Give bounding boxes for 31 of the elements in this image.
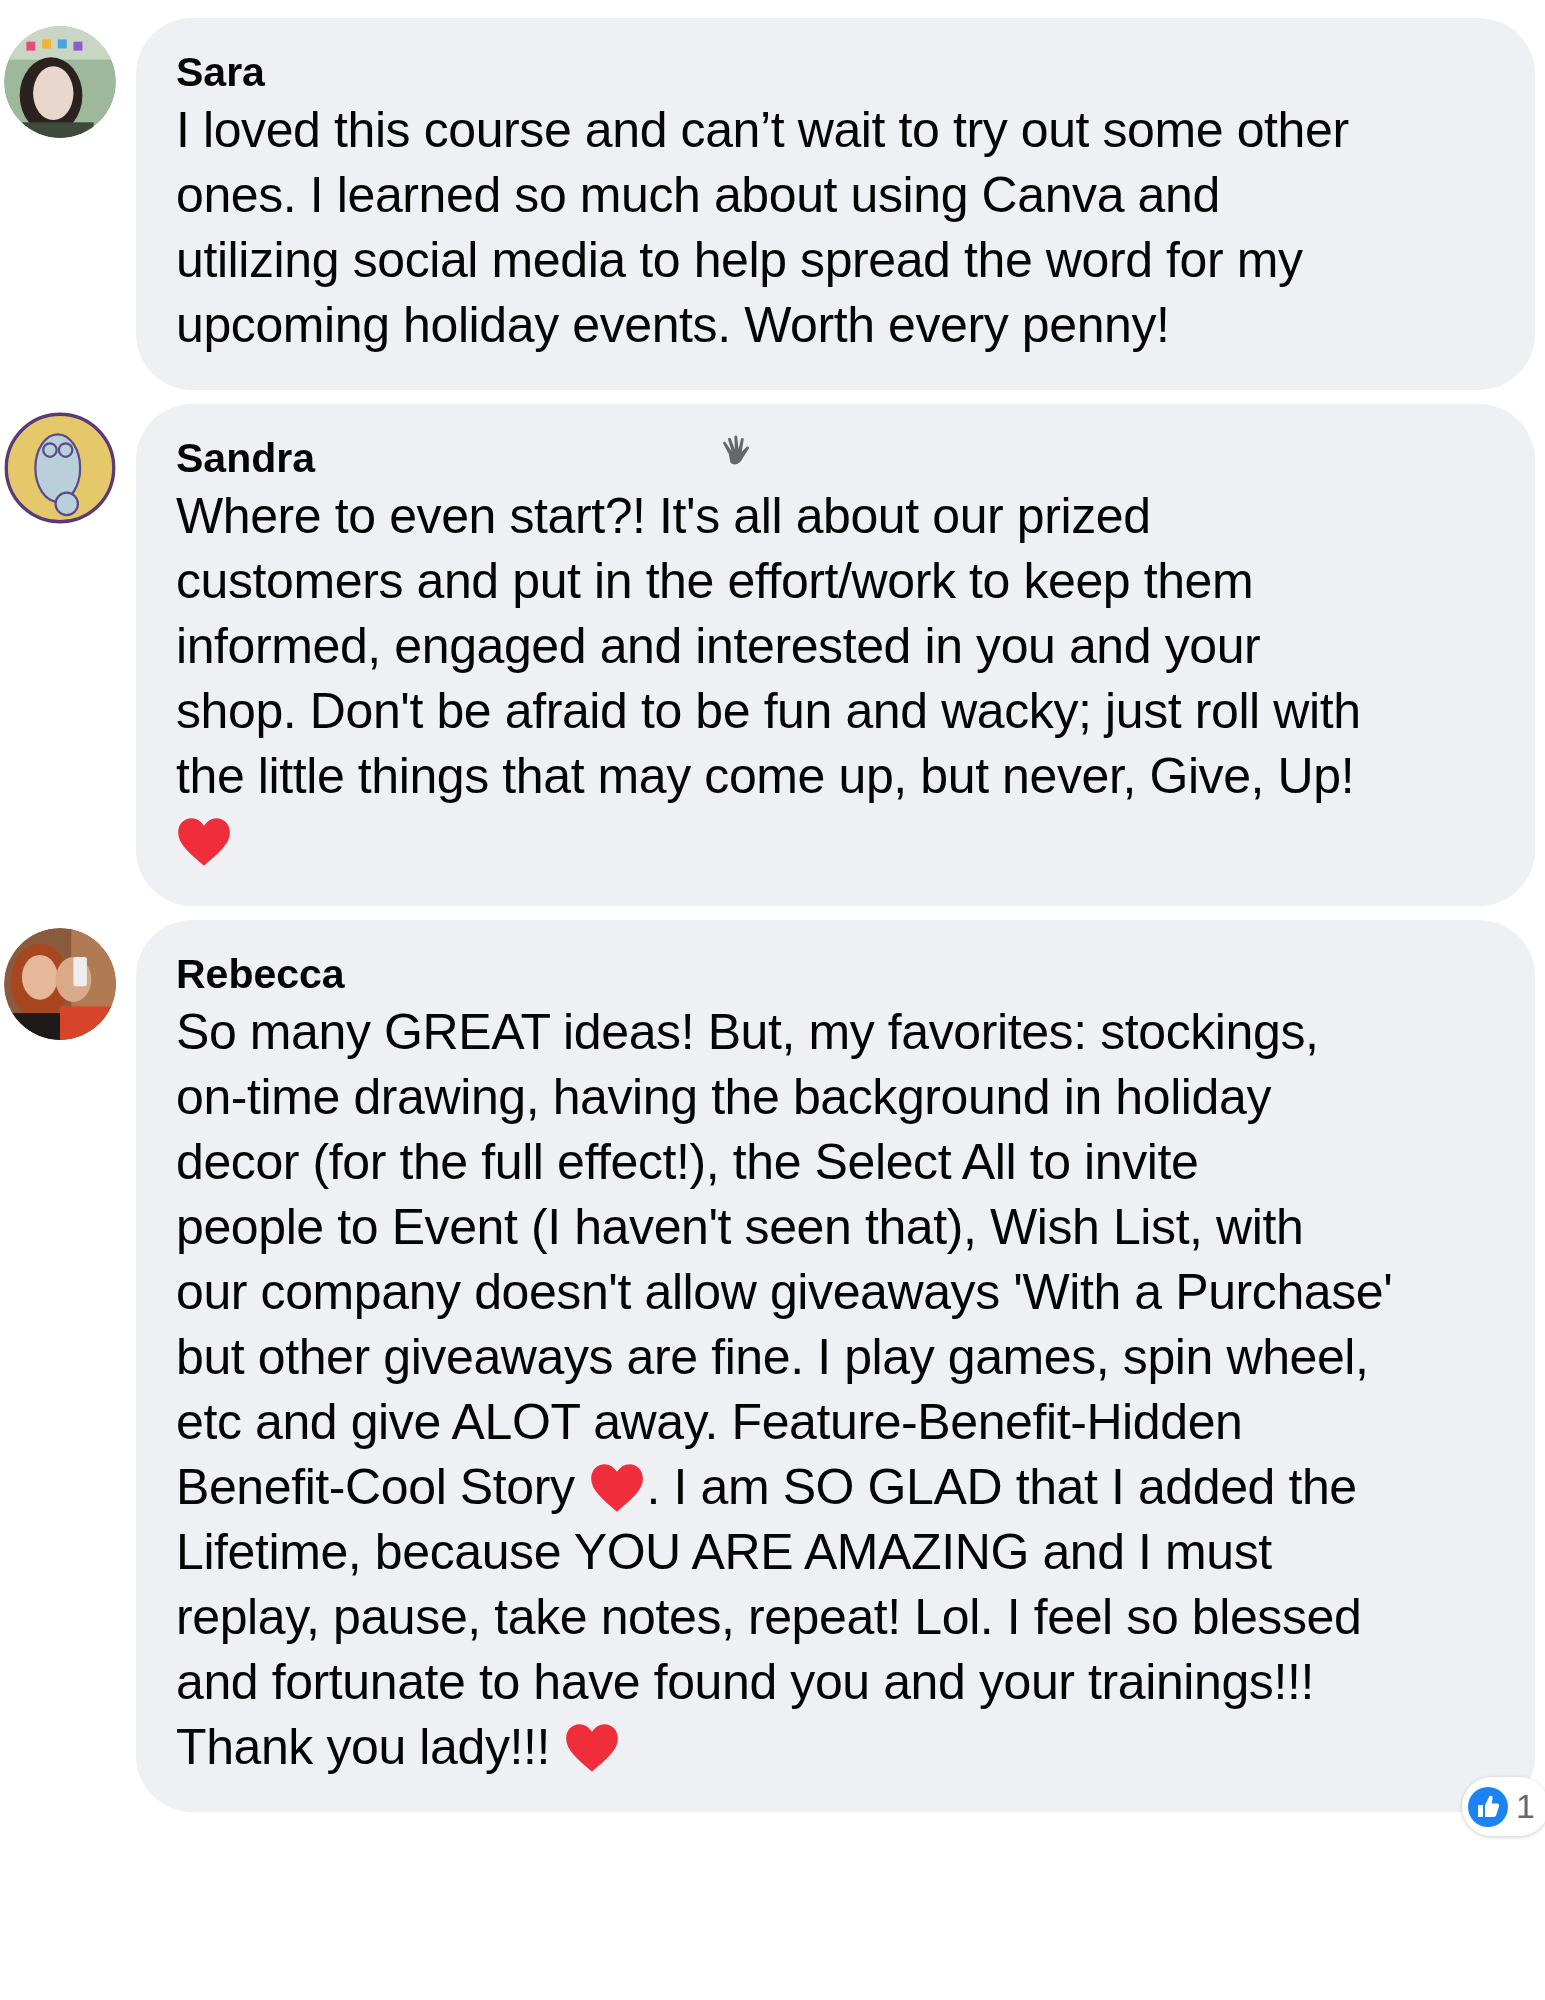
comment-text: . I am SO GLAD that I added the bbox=[646, 1458, 1357, 1517]
reaction-badge[interactable]: 1 bbox=[1462, 1777, 1545, 1836]
comment-text: utilizing social media to help spread the word for my bbox=[176, 231, 1303, 290]
comment-text: Benefit-Cool Story bbox=[176, 1458, 575, 1517]
comment-text: people to Event (I haven't seen that), Wish List, with bbox=[176, 1198, 1304, 1257]
comment-text: Where to even start?! It's all about our prized bbox=[176, 487, 1151, 546]
comment-text: replay, pause, take notes, repeat! Lol. I feel so blessed bbox=[176, 1588, 1362, 1647]
comment-text: ones. I learned so much about using Canva and bbox=[176, 166, 1220, 225]
author-name[interactable]: Rebecca bbox=[176, 948, 345, 1000]
like-icon bbox=[1468, 1786, 1509, 1827]
comment-text: our company doesn't allow giveaways 'With a Purchase' bbox=[176, 1263, 1393, 1322]
comment-text: Thank you lady!!! bbox=[176, 1718, 550, 1777]
comment-text: the little things that may come up, but never, Give, Up! bbox=[176, 747, 1355, 806]
comment-text: shop. Don't be afraid to be fun and wacky; just roll with bbox=[176, 682, 1361, 741]
comment-text: upcoming holiday events. Worth every penny! bbox=[176, 296, 1170, 355]
comment-text: informed, engaged and interested in you and your bbox=[176, 617, 1261, 676]
comment-text: I loved this course and can’t wait to try out some other bbox=[176, 101, 1349, 160]
comment-text: decor (for the full effect!), the Select All to invite bbox=[176, 1133, 1199, 1192]
heart-icon bbox=[563, 1721, 620, 1774]
comment-text: Lifetime, because YOU ARE AMAZING and I must bbox=[176, 1523, 1272, 1582]
comment-text: customers and put in the effort/work to keep them bbox=[176, 552, 1254, 611]
heart-icon bbox=[588, 1461, 645, 1514]
comment-text: on-time drawing, having the background in holiday bbox=[176, 1068, 1271, 1127]
comment-text: but other giveaways are fine. I play games, spin wheel, bbox=[176, 1328, 1369, 1387]
author-name[interactable]: Sara bbox=[176, 46, 265, 98]
author-name[interactable]: Sandra bbox=[176, 432, 315, 484]
comment-text: etc and give ALOT away. Feature-Benefit-Hidden bbox=[176, 1393, 1243, 1452]
heart-icon bbox=[176, 815, 232, 868]
comment-text: and fortunate to have found you and your trainings!!! bbox=[176, 1653, 1314, 1712]
comment-text: So many GREAT ideas! But, my favorites: stockings, bbox=[176, 1003, 1319, 1062]
reaction-count: 1 bbox=[1516, 1786, 1535, 1827]
